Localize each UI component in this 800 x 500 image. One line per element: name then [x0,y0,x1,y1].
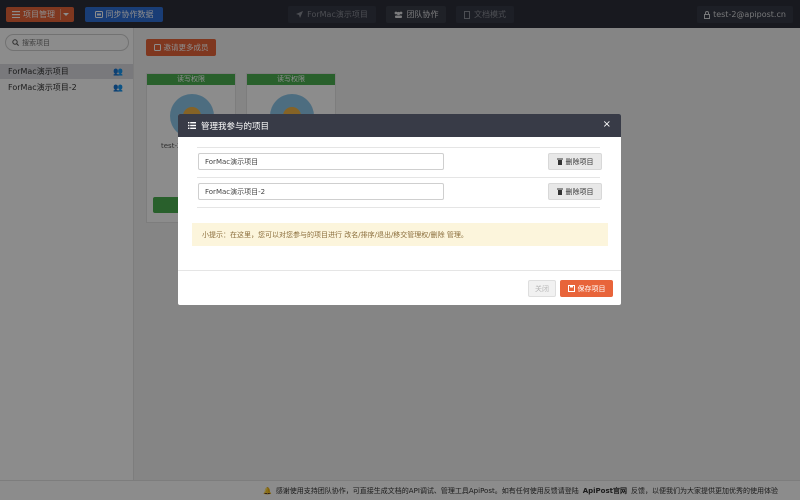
close-icon[interactable]: × [603,119,611,130]
save-projects-label: 保存项目 [577,284,606,293]
trash-icon [556,158,563,165]
project-name-input[interactable] [198,153,444,170]
save-icon [567,285,575,292]
save-projects-button[interactable]: 保存项目 [560,280,613,297]
row-divider [197,147,600,148]
delete-project-label: 删除项目 [565,157,594,166]
row-divider [197,177,600,178]
trash-icon [556,188,563,195]
delete-project-button[interactable]: 删除项目 [548,153,602,170]
tip-message: 小提示：在这里，您可以对您参与的项目进行 改名/排序/退出/移交管理权/删除 管… [192,223,608,246]
close-button[interactable]: 关闭 [528,280,556,297]
footer-divider [178,270,621,271]
delete-project-label: 删除项目 [565,187,594,196]
manage-projects-modal: 管理我参与的项目 × 删除项目 删除项目 小提示：在这里，您可以对您参与的项目进… [178,114,621,305]
delete-project-button[interactable]: 删除项目 [548,183,602,200]
modal-title: 管理我参与的项目 [201,121,270,132]
row-divider [197,207,600,208]
modal-header: 管理我参与的项目 × [178,114,621,137]
project-name-input[interactable] [198,183,444,200]
list-icon [188,122,196,129]
